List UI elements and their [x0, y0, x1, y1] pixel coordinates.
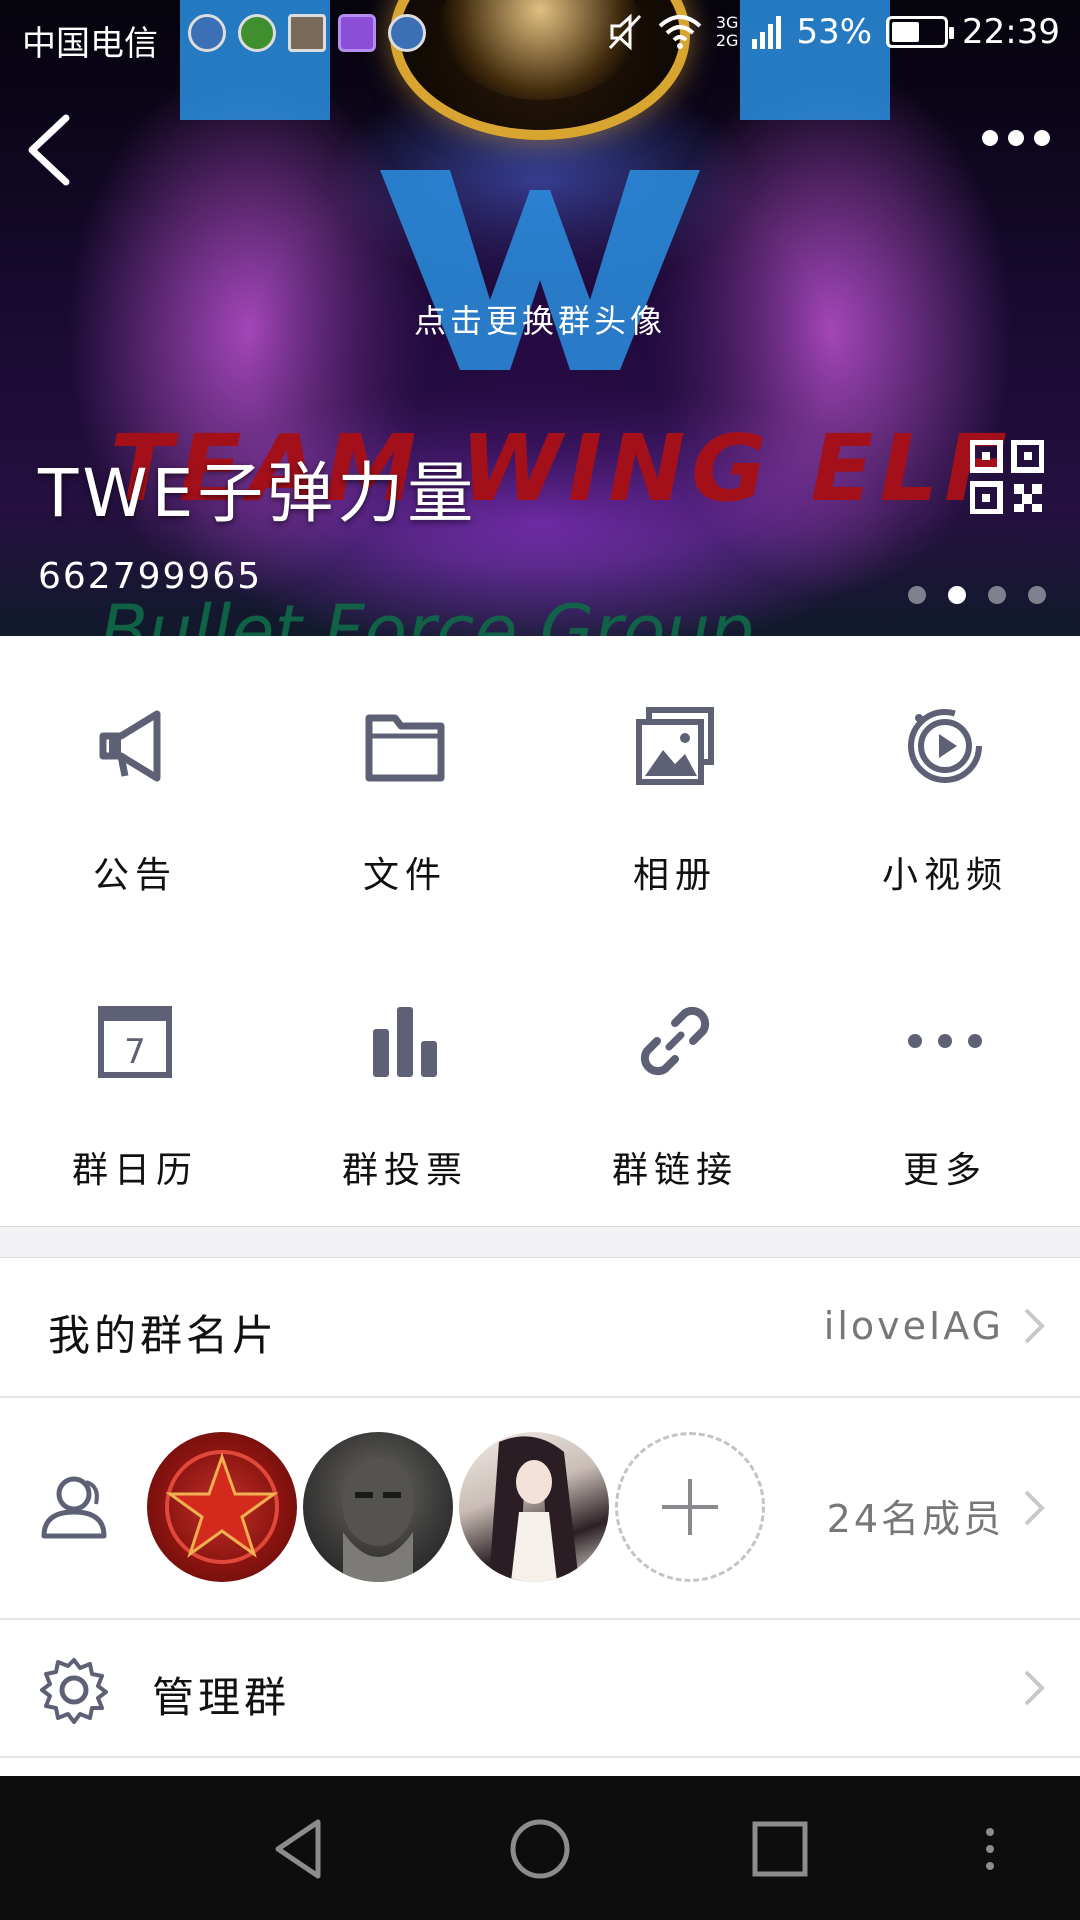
clock: 22:39: [962, 12, 1060, 52]
more-dot: [1034, 130, 1050, 146]
grid-item-label: 相册: [632, 855, 717, 896]
nav-menu-dots-icon[interactable]: [960, 1814, 1020, 1884]
notification-icons: [188, 14, 426, 52]
photo-album-icon: [636, 707, 714, 785]
grid-item-announcement[interactable]: 公告: [0, 636, 270, 916]
grid-item-label: 公告: [92, 855, 177, 896]
member-count: 24名成员: [826, 1497, 1004, 1541]
folder-icon: [365, 714, 445, 782]
grid-item-label: 群链接: [611, 1150, 738, 1191]
page-dot: [1028, 586, 1046, 604]
member-avatar[interactable]: [459, 1432, 609, 1582]
grid-item-more[interactable]: 更多: [810, 931, 1080, 1211]
nav-back-triangle-icon[interactable]: [266, 1814, 336, 1884]
grid-item-label: 更多: [902, 1150, 987, 1191]
my-group-card-value: iloveIAG: [823, 1304, 1004, 1348]
link-icon: [640, 1006, 710, 1076]
add-member-button[interactable]: [615, 1432, 765, 1582]
grid-item-label: 群投票: [341, 1150, 468, 1191]
system-navigation-bar: [0, 1776, 1080, 1920]
row-divider: [0, 1756, 1080, 1758]
more-dot: [1008, 130, 1024, 146]
change-group-avatar-link[interactable]: 点击更换群头像: [0, 296, 1080, 342]
banner-page-indicator: [908, 586, 1046, 604]
nav-recents-square-icon[interactable]: [745, 1814, 815, 1884]
svg-text:7: 7: [124, 1032, 146, 1072]
group-name: TWE子弹力量: [38, 455, 478, 532]
manage-group-label: 管理群: [152, 1673, 291, 1722]
member-avatar[interactable]: [147, 1432, 297, 1582]
status-bar: 中国电信 3G 2G 53% 22:39: [0, 0, 1080, 72]
group-hero-banner[interactable]: TEAM WING ELF Bullet Force Group 中国电信 3G: [0, 0, 1080, 636]
grid-item-files[interactable]: 文件: [270, 636, 540, 916]
portrait-face-icon: [342, 1458, 414, 1582]
grid-item-label: 小视频: [881, 855, 1008, 896]
carrier-name: 中国电信: [22, 24, 158, 64]
battery-level-fill: [892, 22, 919, 42]
bar-chart-icon: [373, 1007, 437, 1077]
page-dot: [988, 586, 1006, 604]
network-type-top: 3G: [715, 13, 739, 32]
grid-item-link[interactable]: 群链接: [540, 931, 810, 1211]
my-group-card-label: 我的群名片: [48, 1311, 279, 1360]
signal-icon: [752, 16, 782, 49]
more-options-button[interactable]: [982, 130, 1050, 146]
calendar-icon: 7: [98, 1006, 172, 1078]
members-icon: [41, 1476, 107, 1539]
image-notification-icon: [338, 14, 376, 52]
group-function-grid: 公告 文件 相册 小视频 7 群日历 群投票 群链接 更多: [0, 636, 1080, 1226]
video-play-icon: [908, 709, 982, 783]
grid-item-short-video[interactable]: 小视频: [810, 636, 1080, 916]
page-dot: [908, 586, 926, 604]
grid-item-album[interactable]: 相册: [540, 636, 810, 916]
gear-icon: [40, 1658, 108, 1724]
back-arrow-icon[interactable]: [22, 112, 78, 188]
manage-group-row[interactable]: 管理群: [0, 1620, 1080, 1756]
battery-icon: [886, 16, 955, 48]
network-type: 3G 2G: [716, 14, 739, 50]
gallery-notification-icon: [288, 14, 326, 52]
star-emblem-icon: [165, 1450, 279, 1564]
plus-icon: [662, 1479, 718, 1535]
more-dots-icon: [908, 1034, 982, 1048]
group-id: 662799965: [38, 556, 263, 597]
section-divider: [0, 1226, 1080, 1258]
megaphone-icon: [99, 710, 161, 782]
battery-percent: 53%: [796, 12, 873, 52]
my-group-card-row[interactable]: 我的群名片 iloveIAG: [0, 1258, 1080, 1396]
app-notification-icon: [188, 14, 226, 52]
app-notification-icon: [388, 14, 426, 52]
chevron-right-icon: [1024, 1308, 1045, 1344]
wifi-icon: [658, 15, 702, 49]
page-dot-active: [948, 586, 966, 604]
grid-item-label: 群日历: [71, 1150, 198, 1191]
grid-item-vote[interactable]: 群投票: [270, 931, 540, 1211]
qr-code-icon[interactable]: [970, 440, 1044, 514]
network-type-bottom: 2G: [715, 31, 739, 50]
chevron-right-icon: [1024, 1490, 1045, 1526]
nav-home-circle-icon[interactable]: [505, 1814, 575, 1884]
member-avatar[interactable]: [303, 1432, 453, 1582]
more-dot: [982, 130, 998, 146]
grid-item-label: 文件: [362, 855, 447, 896]
mute-icon: [608, 13, 641, 51]
anime-character-icon: [489, 1436, 579, 1582]
chevron-right-icon: [1024, 1670, 1045, 1706]
app-notification-icon: [238, 14, 276, 52]
grid-item-calendar[interactable]: 7 群日历: [0, 931, 270, 1211]
